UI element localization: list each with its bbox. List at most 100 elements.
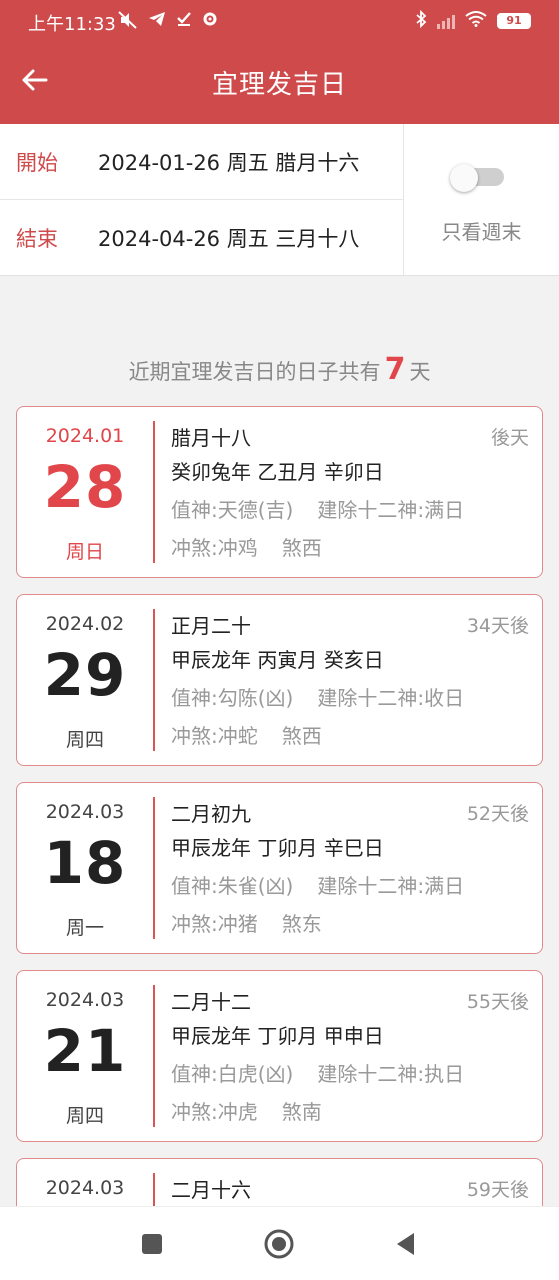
card-zhishen: 值神:天德(吉) bbox=[171, 498, 294, 522]
card-date-column: 2024.02 29 周四 bbox=[17, 595, 153, 765]
back-nav-button[interactable] bbox=[391, 1229, 421, 1259]
card-zhishen: 值神:白虎(凶) bbox=[171, 1062, 294, 1086]
weekend-only-toggle[interactable] bbox=[450, 164, 506, 192]
card-info: 二月十二 55天後 甲辰龙年 丁卯月 甲申日 值神:白虎(凶) 建除十二神:执日 … bbox=[171, 987, 529, 1131]
result-summary: 近期宜理发吉日的日子共有 7 天 bbox=[0, 352, 559, 387]
telegram-icon bbox=[148, 11, 166, 32]
square-icon bbox=[142, 1234, 162, 1254]
card-weekday: 周四 bbox=[65, 1105, 104, 1127]
start-label: 開始 bbox=[16, 150, 58, 175]
status-bar: 上午11:33 91 bbox=[0, 0, 559, 44]
home-circle-icon bbox=[264, 1229, 294, 1259]
card-sha: 煞西 bbox=[281, 536, 322, 560]
card-ganzhi: 甲辰龙年 丁卯月 甲申日 bbox=[171, 1024, 384, 1048]
mute-icon bbox=[118, 11, 138, 34]
card-year-month: 2024.03 bbox=[45, 801, 125, 823]
card-spirits-line: 值神:勾陈(凶) 建除十二神:收日 bbox=[171, 679, 529, 717]
card-zhishen: 值神:勾陈(凶) bbox=[171, 686, 294, 710]
card-weekday: 周四 bbox=[65, 729, 104, 751]
card-divider bbox=[153, 421, 155, 563]
end-label: 結束 bbox=[16, 227, 58, 251]
day-card[interactable]: 2024.03 18 周一 二月初九 52天後 甲辰龙年 丁卯月 辛巳日 值神:… bbox=[16, 782, 543, 954]
card-sha: 煞西 bbox=[281, 724, 322, 748]
home-button[interactable] bbox=[264, 1229, 294, 1259]
card-clash-line: 冲煞:冲蛇 煞西 bbox=[171, 717, 529, 755]
card-sha: 煞南 bbox=[281, 1100, 322, 1124]
card-chong: 冲煞:冲猪 bbox=[171, 912, 258, 936]
card-weekday: 周一 bbox=[65, 917, 104, 939]
card-spirits-line: 值神:白虎(凶) 建除十二神:执日 bbox=[171, 1055, 529, 1093]
card-jianchu: 建除十二神:执日 bbox=[317, 1062, 465, 1086]
card-chong: 冲煞:冲虎 bbox=[171, 1100, 258, 1124]
card-ganzhi: 癸卯兔年 乙丑月 辛卯日 bbox=[171, 460, 384, 484]
card-divider bbox=[153, 609, 155, 751]
card-divider bbox=[153, 985, 155, 1127]
toggle-thumb bbox=[450, 164, 478, 192]
card-ganzhi: 甲辰龙年 丁卯月 辛巳日 bbox=[171, 836, 384, 860]
settings-gear-icon bbox=[202, 11, 218, 32]
card-clash-line: 冲煞:冲虎 煞南 bbox=[171, 1093, 529, 1131]
card-year-month: 2024.03 bbox=[45, 1177, 125, 1199]
card-clash-line: 冲煞:冲鸡 煞西 bbox=[171, 529, 529, 567]
weekend-only-label: 只看週末 bbox=[441, 220, 522, 244]
card-relative-days: 34天後 bbox=[466, 615, 529, 637]
summary-prefix: 近期宜理发吉日的日子共有 bbox=[128, 360, 381, 384]
card-spirits-line: 值神:天德(吉) 建除十二神:满日 bbox=[171, 491, 529, 529]
card-year-month: 2024.01 bbox=[45, 425, 125, 447]
card-jianchu: 建除十二神:满日 bbox=[317, 874, 465, 898]
recents-button[interactable] bbox=[137, 1229, 167, 1259]
cell-signal-icon bbox=[437, 13, 455, 29]
page-title: 宜理发吉日 bbox=[211, 70, 347, 100]
card-divider bbox=[153, 1173, 155, 1206]
card-relative-days: 52天後 bbox=[466, 803, 529, 825]
end-date-value[interactable]: 2024-04-26 周五 三月十八 bbox=[98, 223, 359, 253]
card-jianchu: 建除十二神:满日 bbox=[317, 498, 465, 522]
day-card[interactable]: 2024.03 21 周四 二月十二 55天後 甲辰龙年 丁卯月 甲申日 值神:… bbox=[16, 970, 543, 1142]
start-date-value[interactable]: 2024-01-26 周五 腊月十六 bbox=[98, 147, 359, 177]
auspicious-day-list: 2024.01 28 周日 腊月十八 後天 癸卯兔年 乙丑月 辛卯日 值神:天德… bbox=[0, 406, 559, 1206]
card-relative-days: 59天後 bbox=[466, 1179, 529, 1201]
card-zhishen: 值神:朱雀(凶) bbox=[171, 874, 294, 898]
summary-count: 7 bbox=[384, 352, 406, 387]
card-chong: 冲煞:冲鸡 bbox=[171, 536, 258, 560]
triangle-back-icon bbox=[397, 1233, 414, 1255]
card-sha: 煞东 bbox=[281, 912, 322, 936]
card-lunar-date: 腊月十八 bbox=[171, 426, 251, 450]
card-date-column: 2024.01 28 周日 bbox=[17, 407, 153, 577]
app-top-bar: 上午11:33 91 宜理发吉日 bbox=[0, 0, 559, 124]
card-date-column: 2024.03 18 周一 bbox=[17, 783, 153, 953]
card-divider bbox=[153, 797, 155, 939]
card-info: 二月初九 52天後 甲辰龙年 丁卯月 辛巳日 值神:朱雀(凶) 建除十二神:满日 … bbox=[171, 799, 529, 943]
weekend-only-filter: 只看週末 bbox=[404, 124, 559, 276]
start-date-row[interactable]: 開始 2024-01-26 周五 腊月十六 bbox=[0, 124, 403, 200]
card-day-number: 21 bbox=[43, 1017, 127, 1085]
end-date-row[interactable]: 結束 2024-04-26 周五 三月十八 bbox=[0, 200, 403, 276]
system-nav-bar bbox=[0, 1206, 559, 1280]
day-card[interactable]: 2024.01 28 周日 腊月十八 後天 癸卯兔年 乙丑月 辛卯日 值神:天德… bbox=[16, 406, 543, 578]
day-card[interactable]: 2024.02 29 周四 正月二十 34天後 甲辰龙年 丙寅月 癸亥日 值神:… bbox=[16, 594, 543, 766]
date-range-panel: 開始 2024-01-26 周五 腊月十六 結束 2024-04-26 周五 三… bbox=[0, 124, 559, 276]
card-ganzhi: 甲辰龙年 丙寅月 癸亥日 bbox=[171, 648, 384, 672]
card-info: 正月二十 34天後 甲辰龙年 丙寅月 癸亥日 值神:勾陈(凶) 建除十二神:收日 … bbox=[171, 611, 529, 755]
card-chong: 冲煞:冲蛇 bbox=[171, 724, 258, 748]
summary-suffix: 天 bbox=[409, 360, 431, 384]
card-info: 二月十六 59天後 bbox=[171, 1175, 529, 1206]
card-day-number: 18 bbox=[43, 829, 127, 897]
download-check-icon bbox=[176, 11, 192, 32]
status-time: 上午11:33 bbox=[28, 14, 116, 35]
card-year-month: 2024.02 bbox=[45, 613, 125, 635]
card-relative-days: 後天 bbox=[490, 427, 529, 449]
day-card[interactable]: 2024.03 二月十六 59天後 bbox=[16, 1158, 543, 1206]
card-spirits-line: 值神:朱雀(凶) 建除十二神:满日 bbox=[171, 867, 529, 905]
card-jianchu: 建除十二神:收日 bbox=[317, 686, 465, 710]
card-date-column: 2024.03 bbox=[17, 1159, 153, 1206]
page-header: 宜理发吉日 bbox=[0, 44, 559, 124]
card-relative-days: 55天後 bbox=[466, 991, 529, 1013]
card-clash-line: 冲煞:冲猪 煞东 bbox=[171, 905, 529, 943]
card-weekday: 周日 bbox=[65, 541, 104, 563]
card-year-month: 2024.03 bbox=[45, 989, 125, 1011]
battery-indicator: 91 bbox=[497, 13, 531, 29]
card-day-number: 29 bbox=[43, 641, 127, 709]
bluetooth-icon bbox=[415, 9, 427, 32]
wifi-icon bbox=[465, 11, 487, 31]
